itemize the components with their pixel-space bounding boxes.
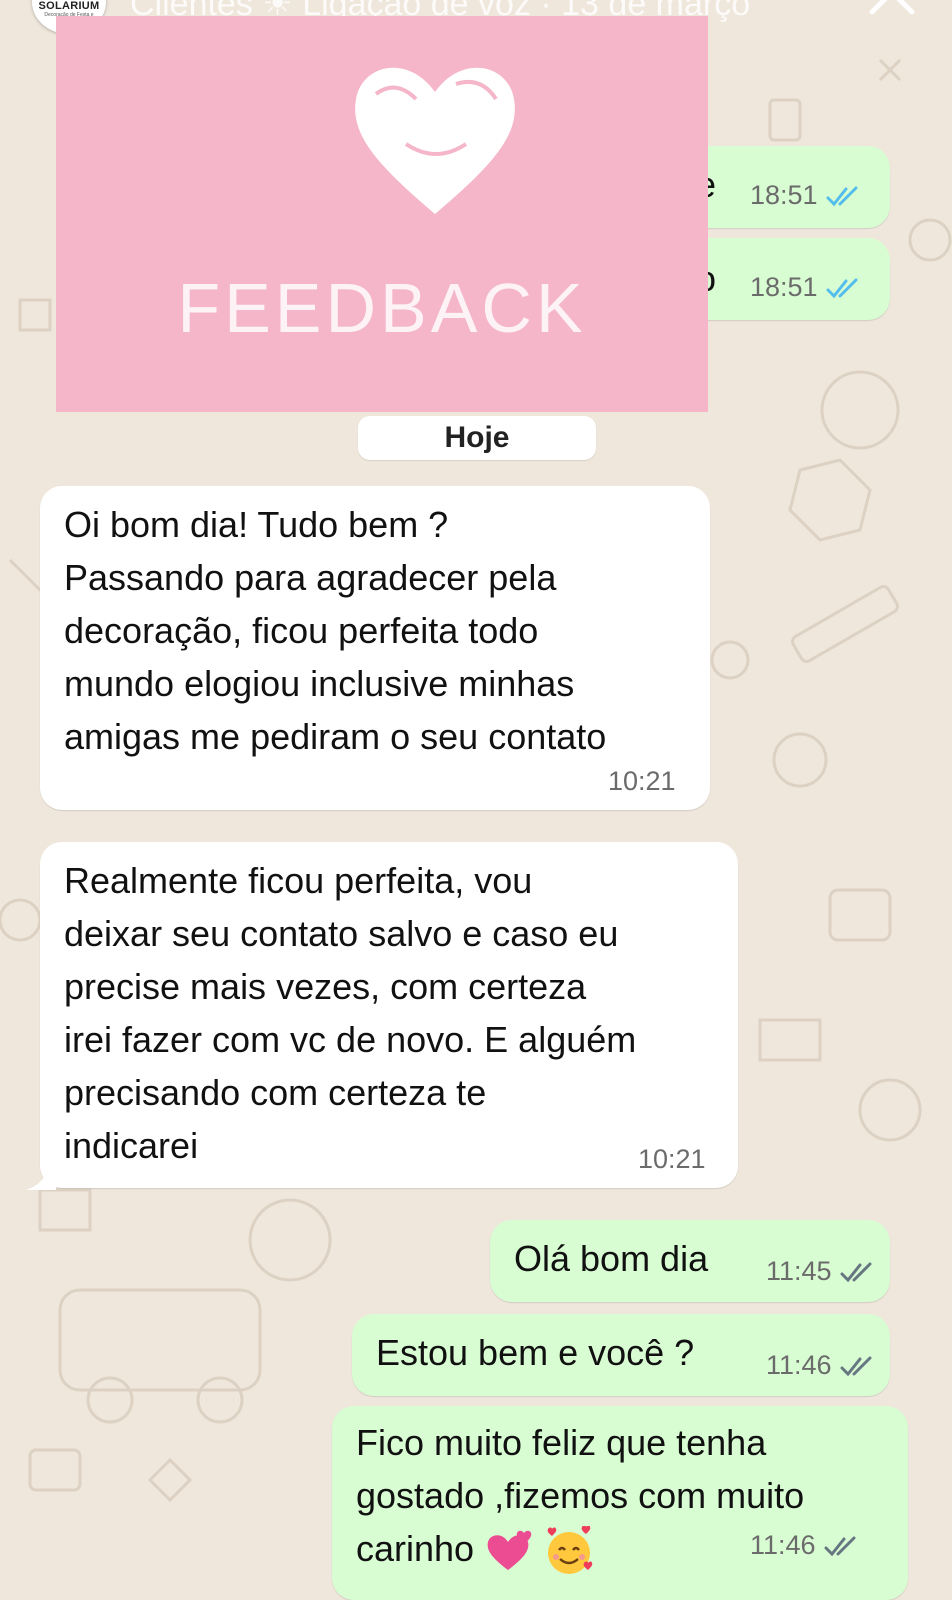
close-icon [869,0,915,15]
bubble-tail [26,1168,56,1190]
message-bubble-outgoing[interactable]: Estou bem e você ? 11:46 [352,1314,890,1396]
message-line: decoração, ficou perfeita todo [64,610,539,651]
message-time: 11:45 [766,1256,876,1287]
smiling-face-with-hearts-icon [547,1526,593,1575]
message-time: 11:46 [766,1350,876,1381]
read-ticks-icon [826,186,858,207]
message-line: deixar seu contato salvo e caso eu [64,913,619,954]
message-text: Estou bem e você ? [376,1332,695,1373]
close-button[interactable] [866,0,926,24]
two-hearts-icon [487,1531,532,1571]
message-line: Oi bom dia! Tudo bem ? [64,504,449,545]
delivered-ticks-icon [840,1356,872,1377]
message-time: 10:21 [608,766,676,796]
message-bubble-outgoing[interactable]: Olá bom dia 11:45 [490,1220,890,1302]
message-line: amigas me pediram o seu contato [64,716,607,757]
heart-icon [355,67,515,214]
message-line: Realmente ficou perfeita, vou [64,860,533,901]
message-line: carinho [356,1522,594,1576]
message-line: indicarei [64,1125,199,1166]
date-separator: Hoje [358,416,596,460]
message-line: precise mais vezes, com certeza [64,966,587,1007]
read-ticks-icon [826,278,858,299]
brand-name: SOLARIUM [38,0,100,12]
message-time: 18:51 [750,180,862,211]
message-time: 11:46 [750,1530,860,1561]
delivered-ticks-icon [824,1536,856,1557]
message-bubble-incoming[interactable]: Realmente ficou perfeita, vou deixar seu… [40,842,738,1188]
message-line: Passando para agradecer pela [64,557,557,598]
feedback-card: FEEDBACK [56,16,708,412]
message-line: precisando com certeza te [64,1072,487,1113]
message-bubble-outgoing[interactable]: Fico muito feliz que tenha gostado ,fize… [332,1406,908,1600]
message-line: mundo elogiou inclusive minhas [64,663,575,704]
message-line: gostado ,fizemos com muito [356,1475,805,1516]
feedback-label: FEEDBACK [177,269,587,347]
delivered-ticks-icon [840,1262,872,1283]
message-bubble-incoming[interactable]: Oi bom dia! Tudo bem ? Passando para agr… [40,486,710,810]
message-line: Fico muito feliz que tenha [356,1422,767,1463]
message-time: 18:51 [750,272,862,303]
message-line: irei fazer com vc de novo. E alguém [64,1019,637,1060]
message-time: 10:21 [638,1144,706,1174]
message-text: Olá bom dia [514,1238,709,1279]
